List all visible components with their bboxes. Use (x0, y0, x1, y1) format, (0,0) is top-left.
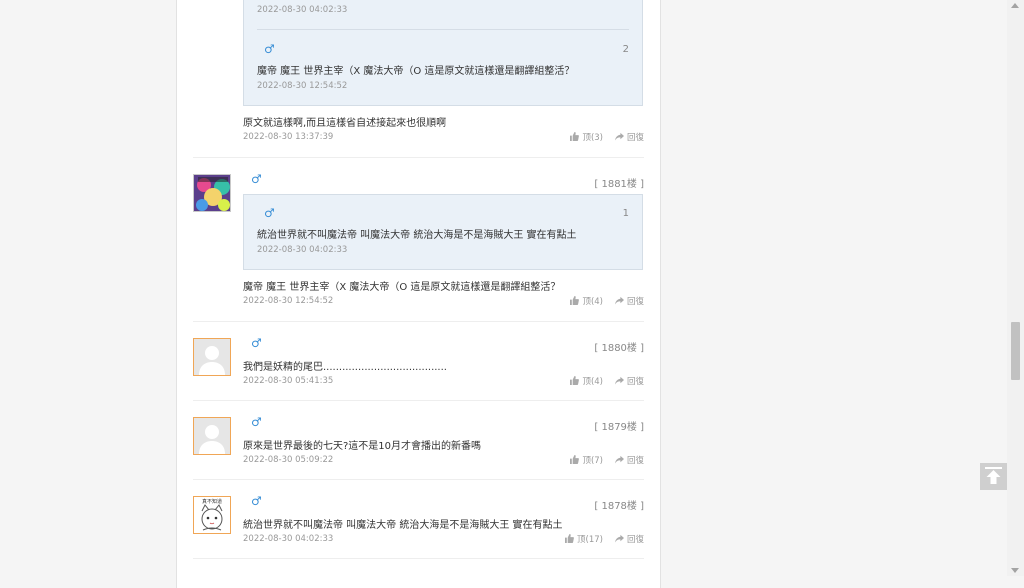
quote-date: 2022-08-30 04:02:33 (257, 5, 348, 15)
share-arrow-icon (614, 376, 624, 385)
quote-separator (257, 29, 629, 30)
comment-list: 2022-08-30 04:02:33 ♂ 2 魔帝 魔王 世界主宰（X 魔法大… (176, 0, 661, 588)
comment-actions: 顶(7) 回復 (570, 454, 644, 466)
upvote-button[interactable]: 顶(17) (565, 533, 603, 545)
reply-button[interactable]: 回復 (614, 533, 644, 545)
comment-text: 魔帝 魔王 世界主宰（X 魔法大帝（O 這是原文就這樣還是翻譯組整活？ (243, 282, 561, 293)
comment-actions: 顶(17) 回復 (565, 533, 644, 545)
upvote-count: 顶(4) (582, 377, 603, 387)
floor-number: [ 1879楼 ] (594, 422, 644, 433)
male-icon: ♂ (264, 42, 275, 56)
male-icon: ♂ (251, 336, 262, 350)
upvote-count: 顶(3) (582, 133, 603, 143)
thumbs-up-icon (570, 376, 580, 385)
avatar[interactable]: 真不知道 (193, 496, 231, 534)
upvote-button[interactable]: 顶(7) (570, 454, 603, 466)
avatar[interactable] (193, 174, 231, 212)
scrollbar-thumb[interactable] (1011, 322, 1020, 380)
avatar-image (194, 175, 230, 211)
reply-button[interactable]: 回復 (614, 375, 644, 387)
comment-text: 原文就這樣啊,而且這樣省自述接起來也很順啊 (243, 118, 447, 129)
quote-text: 統治世界就不叫魔法帝 叫魔法大帝 統治大海是不是海賊大王 實在有點土 (257, 230, 577, 241)
comment-divider (193, 157, 644, 158)
upvote-count: 顶(4) (582, 297, 603, 307)
avatar[interactable] (193, 417, 231, 455)
comment-date: 2022-08-30 05:09:22 (243, 455, 334, 465)
comment-divider (193, 321, 644, 322)
upvote-count: 顶(7) (582, 456, 603, 466)
cat-girl-avatar-icon (201, 504, 223, 531)
comment-actions: 顶(4) 回復 (570, 375, 644, 387)
comment-divider (193, 400, 644, 401)
share-arrow-icon (614, 296, 624, 305)
avatar[interactable] (193, 338, 231, 376)
quote-date: 2022-08-30 12:54:52 (257, 81, 348, 91)
comment-date: 2022-08-30 04:02:33 (243, 534, 334, 544)
thumbs-up-icon (565, 534, 574, 543)
comment-actions: 顶(4) 回復 (570, 295, 644, 307)
comment-date: 2022-08-30 12:54:52 (243, 296, 334, 306)
thumbs-up-icon (570, 296, 580, 305)
default-avatar-icon (194, 339, 230, 375)
comment-date: 2022-08-30 05:41:35 (243, 376, 334, 386)
back-to-top-button[interactable] (980, 463, 1007, 490)
share-arrow-icon (614, 455, 624, 464)
comment-divider (193, 479, 644, 480)
floor-number: [ 1880楼 ] (594, 343, 644, 354)
reply-button[interactable]: 回復 (614, 131, 644, 143)
male-icon: ♂ (251, 415, 262, 429)
quote-block: 2022-08-30 04:02:33 ♂ 2 魔帝 魔王 世界主宰（X 魔法大… (243, 0, 643, 106)
quote-text: 魔帝 魔王 世界主宰（X 魔法大帝（O 這是原文就這樣還是翻譯組整活？ (257, 66, 575, 77)
upvote-button[interactable]: 顶(3) (570, 131, 603, 143)
comment-divider (193, 558, 644, 559)
scroll-down-arrow-icon[interactable] (1011, 568, 1019, 573)
quote-date: 2022-08-30 04:02:33 (257, 245, 348, 255)
comment-actions: 顶(3) 回復 (570, 131, 644, 143)
male-icon: ♂ (251, 494, 262, 508)
male-icon: ♂ (251, 172, 262, 186)
floor-number: [ 1878楼 ] (594, 501, 644, 512)
arrow-up-icon (985, 467, 1002, 484)
upvote-button[interactable]: 顶(4) (570, 375, 603, 387)
comment-text: 我們是妖精的尾巴................................… (243, 362, 447, 373)
comment-text: 統治世界就不叫魔法帝 叫魔法大帝 統治大海是不是海賊大王 實在有點土 (243, 520, 563, 531)
quote-number: 2 (622, 44, 629, 55)
default-avatar-icon (194, 418, 230, 454)
share-arrow-icon (614, 534, 624, 543)
upvote-button[interactable]: 顶(4) (570, 295, 603, 307)
reply-label: 回復 (626, 297, 644, 307)
scroll-up-arrow-icon[interactable] (1011, 3, 1019, 8)
vertical-scrollbar[interactable] (1007, 0, 1024, 576)
male-icon: ♂ (264, 206, 275, 220)
comment-date: 2022-08-30 13:37:39 (243, 132, 334, 142)
thumbs-up-icon (570, 132, 580, 141)
quote-block: ♂ 1 統治世界就不叫魔法帝 叫魔法大帝 統治大海是不是海賊大王 實在有點土 2… (243, 194, 643, 270)
upvote-count: 顶(17) (577, 535, 603, 545)
floor-number: [ 1881楼 ] (594, 179, 644, 190)
reply-label: 回復 (626, 456, 644, 466)
reply-button[interactable]: 回復 (614, 295, 644, 307)
reply-label: 回復 (626, 535, 644, 545)
reply-label: 回復 (626, 133, 644, 143)
share-arrow-icon (614, 132, 624, 141)
comment-text: 原來是世界最後的七天?這不是10月才會播出的新番嗎 (243, 441, 482, 452)
reply-label: 回復 (626, 377, 644, 387)
thumbs-up-icon (570, 455, 580, 464)
reply-button[interactable]: 回復 (614, 454, 644, 466)
quote-number: 1 (622, 208, 629, 219)
